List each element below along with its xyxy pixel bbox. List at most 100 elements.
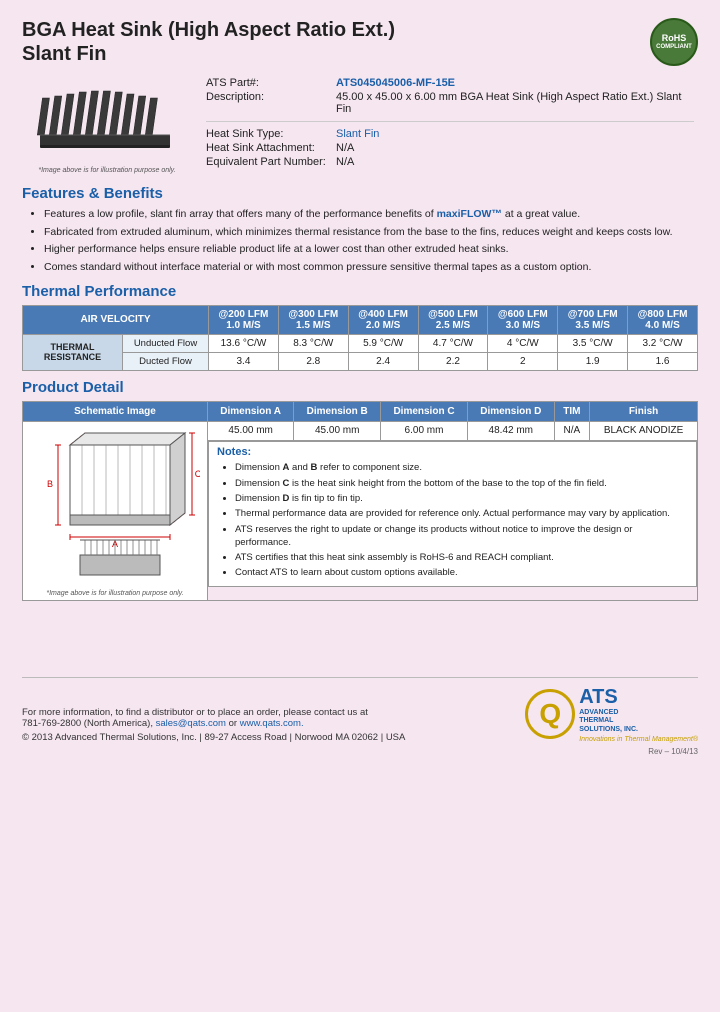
list-item: ATS certifies that this heat sink assemb… — [235, 551, 688, 564]
part-info-table: ATS Part#: ATS045045006-MF-15E Descripti… — [202, 76, 698, 169]
equivalent-part-row: Equivalent Part Number: N/A — [202, 155, 698, 169]
ducted-300: 2.8 — [278, 352, 348, 370]
footer-right: Q ATS ADVANCED THERMAL SOLUTIONS, INC. I… — [525, 686, 698, 743]
notes-cell: Notes: Dimension A and B refer to compon… — [208, 441, 698, 600]
dim-b-value: 45.00 mm — [294, 421, 381, 441]
schematic-image: A B C — [30, 425, 200, 585]
part-number-value: ATS045045006-MF-15E — [332, 76, 698, 90]
part-number-label: ATS Part#: — [202, 76, 332, 90]
equivalent-part-value: N/A — [332, 155, 698, 169]
description-label: Description: — [202, 90, 332, 116]
col-dim-a: Dimension A — [208, 401, 294, 421]
air-velocity-header: AIR VELOCITY — [23, 305, 209, 334]
unducted-600: 4 °C/W — [488, 334, 558, 352]
unducted-500: 4.7 °C/W — [418, 334, 488, 352]
description-value: 45.00 x 45.00 x 6.00 mm BGA Heat Sink (H… — [332, 90, 698, 116]
schematic-image-cell: A B C — [23, 421, 208, 600]
list-item: Features a low profile, slant fin array … — [44, 207, 698, 222]
unducted-flow-row: THERMAL RESISTANCE Unducted Flow 13.6 °C… — [23, 334, 698, 352]
header-section: BGA Heat Sink (High Aspect Ratio Ext.) S… — [22, 18, 698, 66]
ducted-500: 2.2 — [418, 352, 488, 370]
unducted-700: 3.5 °C/W — [558, 334, 628, 352]
schematic-caption: *Image above is for illustration purpose… — [29, 590, 201, 597]
page: BGA Heat Sink (High Aspect Ratio Ext.) S… — [0, 0, 720, 1012]
list-item: Fabricated from extruded aluminum, which… — [44, 225, 698, 240]
product-detail-header: Schematic Image Dimension A Dimension B … — [23, 401, 698, 421]
ats-text-block: ATS ADVANCED THERMAL SOLUTIONS, INC. Inn… — [579, 686, 698, 743]
footer-copyright: © 2013 Advanced Thermal Solutions, Inc. … — [22, 732, 405, 743]
tim-value: N/A — [554, 421, 589, 441]
dim-a-value: 45.00 mm — [208, 421, 294, 441]
list-item: ATS reserves the right to update or chan… — [235, 523, 688, 550]
ats-logo: Q ATS ADVANCED THERMAL SOLUTIONS, INC. I… — [525, 686, 698, 743]
heatsink-attachment-row: Heat Sink Attachment: N/A — [202, 141, 698, 155]
description-row: Description: 45.00 x 45.00 x 6.00 mm BGA… — [202, 90, 698, 116]
finish-value: BLACK ANODIZE — [590, 421, 698, 441]
ducted-800: 1.6 — [628, 352, 698, 370]
footer-contact: For more information, to find a distribu… — [22, 707, 405, 729]
col-finish: Finish — [590, 401, 698, 421]
col-dim-b: Dimension B — [294, 401, 381, 421]
list-item: Dimension C is the heat sink height from… — [235, 477, 688, 490]
heatsink-attachment-label: Heat Sink Attachment: — [202, 141, 332, 155]
col-700lfm: @700 LFM3.5 M/S — [558, 305, 628, 334]
rohs-compliant: COMPLIANT — [656, 44, 692, 51]
col-tim: TIM — [554, 401, 589, 421]
col-200lfm: @200 LFM1.0 M/S — [209, 305, 279, 334]
ducted-700: 1.9 — [558, 352, 628, 370]
col-schematic: Schematic Image — [23, 401, 208, 421]
ducted-200: 3.4 — [209, 352, 279, 370]
part-number-row: ATS Part#: ATS045045006-MF-15E — [202, 76, 698, 90]
title-block: BGA Heat Sink (High Aspect Ratio Ext.) S… — [22, 18, 395, 66]
highlight-text: maxiFLOW™ — [437, 208, 502, 220]
product-image-area: *Image above is for illustration purpose… — [22, 76, 192, 177]
page-number: Rev – 10/4/13 — [22, 747, 698, 756]
notes-section: Notes: Dimension A and B refer to compon… — [208, 441, 697, 586]
unducted-800: 3.2 °C/W — [628, 334, 698, 352]
product-detail-title: Product Detail — [22, 379, 698, 396]
product-detail-section: Product Detail Schematic Image Dimension… — [22, 379, 698, 601]
heatsink-type-label: Heat Sink Type: — [202, 127, 332, 141]
thermal-performance-title: Thermal Performance — [22, 283, 698, 300]
page-title: BGA Heat Sink (High Aspect Ratio Ext.) S… — [22, 18, 395, 66]
thermal-table-header: AIR VELOCITY @200 LFM1.0 M/S @300 LFM1.5… — [23, 305, 698, 334]
footer-left: For more information, to find a distribu… — [22, 707, 405, 743]
heatsink-image — [30, 80, 185, 165]
footer-spacer — [22, 607, 698, 667]
svg-text:B: B — [47, 479, 53, 489]
list-item: Comes standard without interface materia… — [44, 260, 698, 275]
unducted-200: 13.6 °C/W — [209, 334, 279, 352]
list-item: Dimension A and B refer to component siz… — [235, 461, 688, 474]
thermal-table: AIR VELOCITY @200 LFM1.0 M/S @300 LFM1.5… — [22, 305, 698, 371]
col-dim-d: Dimension D — [467, 401, 554, 421]
col-600lfm: @600 LFM3.0 M/S — [488, 305, 558, 334]
equivalent-part-label: Equivalent Part Number: — [202, 155, 332, 169]
product-detail-row: A B C — [23, 421, 698, 441]
product-image-caption: *Image above is for illustration purpose… — [38, 167, 175, 174]
ats-name: ATS — [579, 686, 698, 709]
ats-tagline: Innovations in Thermal Management® — [579, 736, 698, 743]
ducted-400: 2.4 — [348, 352, 418, 370]
rohs-badge: RoHS COMPLIANT — [650, 18, 698, 66]
list-item: Higher performance helps ensure reliable… — [44, 242, 698, 257]
unducted-label: Unducted Flow — [123, 334, 209, 352]
heatsink-attachment-value: N/A — [332, 141, 698, 155]
ducted-flow-row: Ducted Flow 3.4 2.8 2.4 2.2 2 1.9 1.6 — [23, 352, 698, 370]
ducted-label: Ducted Flow — [123, 352, 209, 370]
thermal-performance-section: Thermal Performance AIR VELOCITY @200 LF… — [22, 283, 698, 371]
col-500lfm: @500 LFM2.5 M/S — [418, 305, 488, 334]
rohs-text: RoHS — [662, 34, 687, 44]
dim-c-value: 6.00 mm — [381, 421, 468, 441]
col-dim-c: Dimension C — [381, 401, 468, 421]
features-section: Features & Benefits Features a low profi… — [22, 185, 698, 275]
notes-title: Notes: — [217, 446, 688, 458]
col-800lfm: @800 LFM4.0 M/S — [628, 305, 698, 334]
ducted-600: 2 — [488, 352, 558, 370]
features-title: Features & Benefits — [22, 185, 698, 202]
heatsink-type-row: Heat Sink Type: Slant Fin — [202, 127, 698, 141]
ats-fullname: ADVANCED THERMAL SOLUTIONS, INC. — [579, 709, 698, 734]
unducted-400: 5.9 °C/W — [348, 334, 418, 352]
svg-text:C: C — [195, 469, 200, 479]
col-300lfm: @300 LFM1.5 M/S — [278, 305, 348, 334]
thermal-resistance-label: THERMAL RESISTANCE — [23, 334, 123, 370]
